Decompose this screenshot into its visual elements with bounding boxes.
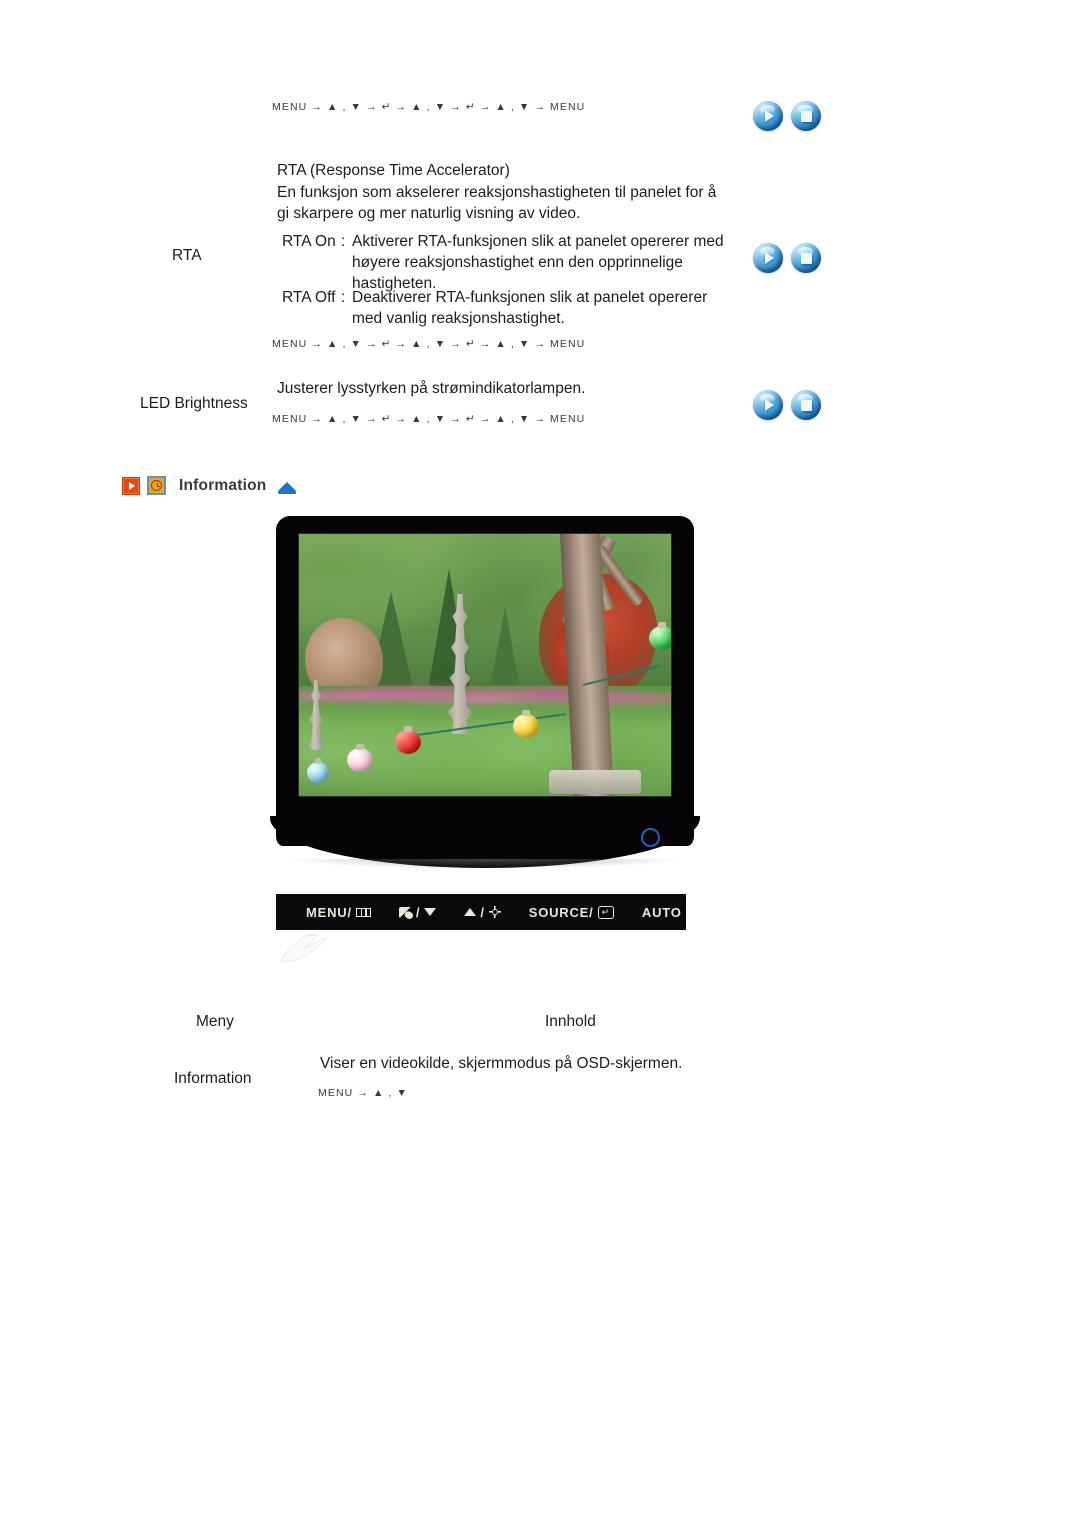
table-header-menu: Meny [196,1013,234,1030]
play-triangle-icon [753,243,783,273]
control-menu-label: MENU/ [306,904,352,920]
led-brightness-row-label: LED Brightness [140,395,248,412]
table-header-content: Innhold [545,1013,596,1030]
hand-cursor-icon [281,933,328,963]
play-square-icon [122,476,140,495]
rta-row-label: RTA [172,247,202,264]
rta-off-colon: : [341,289,346,306]
information-section-header: Information [122,476,297,495]
down-arrow-icon [424,908,437,916]
menu-path-led: MENU → ▲ , ▼ → ↵ → ▲ , ▼ → ↵ → ▲ , ▼ → M… [272,413,585,425]
next-page-orb-rta[interactable] [753,243,783,273]
photo-flower-band [299,675,671,718]
rta-description-line-2: gi skarpere og mer naturlig visning av v… [277,205,581,222]
clock-icon [147,476,166,495]
rta-off-line-1: Deaktiverer RTA-funksjonen slik at panel… [352,289,708,306]
control-menu[interactable]: MENU/ [306,905,371,920]
nav-orbs-rta [753,243,821,273]
menu-path-information-text: MENU → ▲ , ▼ [318,1087,408,1099]
control-source-label: SOURCE/ [528,904,594,920]
stop-square-orb-led[interactable] [791,390,821,420]
table-row-menu-information: Information [174,1070,252,1087]
photo-lantern-green [649,622,671,650]
rta-on-name: RTA On [282,233,336,250]
photo-lantern-red [395,726,421,754]
photo-lantern-yellow [513,710,539,738]
menu-path-top-text: MENU → ▲ , ▼ → ↵ → ▲ , ▼ → ↵ → ▲ , ▼ → M… [272,101,586,113]
power-led-indicator [641,828,660,847]
monitor-screen [299,534,671,796]
rta-on-line-2: høyere reaksjonshastighet enn den opprin… [352,254,683,271]
square-icon [791,243,821,273]
brightness-sun-icon [488,906,501,918]
photo-lantern-blue [307,758,329,783]
scroll-to-top-icon[interactable] [278,482,297,494]
nav-orbs-top [753,101,821,131]
menu-path-information: MENU → ▲ , ▼ [318,1087,408,1099]
information-section-title: Information [179,476,267,494]
square-icon [791,101,821,131]
control-slash-1: / [415,904,421,920]
led-brightness-description: Justerer lysstyrken på strømindikatorlam… [277,380,586,397]
rta-on-line-1: Aktiverer RTA-funksjonen slik at panelet… [352,233,724,250]
up-arrow-icon [464,908,477,916]
play-triangle-icon [753,390,783,420]
play-triangle-icon [753,101,783,131]
control-auto[interactable]: AUTO [642,905,682,920]
rta-off-line-2: med vanlig reaksjonshastighet. [352,310,565,327]
menu-path-rta-text: MENU → ▲ , ▼ → ↵ → ▲ , ▼ → ↵ → ▲ , ▼ → M… [272,338,586,350]
square-icon [791,390,821,420]
screen-photo-garden [299,534,671,796]
rta-off-name: RTA Off [282,289,336,306]
control-slash-2: / [480,904,485,920]
next-page-orb-led[interactable] [753,390,783,420]
menu-path-led-text: MENU → ▲ , ▼ → ↵ → ▲ , ▼ → ↵ → ▲ , ▼ → M… [272,413,586,425]
menu-bars-icon [355,907,371,917]
monitor-control-strip: MENU/ / / SOURCE/ ↵ AUTO [276,894,686,930]
control-contrast-down[interactable]: / [398,904,437,920]
nav-orbs-led [753,390,821,420]
monitor-illustration [270,516,706,946]
photo-stone-slab [549,770,641,794]
table-row-content-information: Viser en videokilde, skjermmodus på OSD-… [320,1055,683,1072]
stop-square-orb-top[interactable] [791,101,821,131]
rta-title: RTA (Response Time Accelerator) [277,162,510,179]
rta-on-colon: : [341,233,346,250]
control-source[interactable]: SOURCE/ ↵ [529,905,614,920]
photo-lantern-pink [347,744,373,772]
next-page-orb-top[interactable] [753,101,783,131]
stop-square-orb-rta[interactable] [791,243,821,273]
menu-path-top: MENU → ▲ , ▼ → ↵ → ▲ , ▼ → ↵ → ▲ , ▼ → M… [272,101,585,113]
control-brightness-up[interactable]: / [464,904,501,920]
enter-key-icon: ↵ [597,905,614,919]
contrast-icon [398,906,413,919]
menu-path-rta: MENU → ▲ , ▼ → ↵ → ▲ , ▼ → ↵ → ▲ , ▼ → M… [272,338,585,350]
rta-description-line-1: En funksjon som akselerer reaksjonshasti… [277,184,717,201]
